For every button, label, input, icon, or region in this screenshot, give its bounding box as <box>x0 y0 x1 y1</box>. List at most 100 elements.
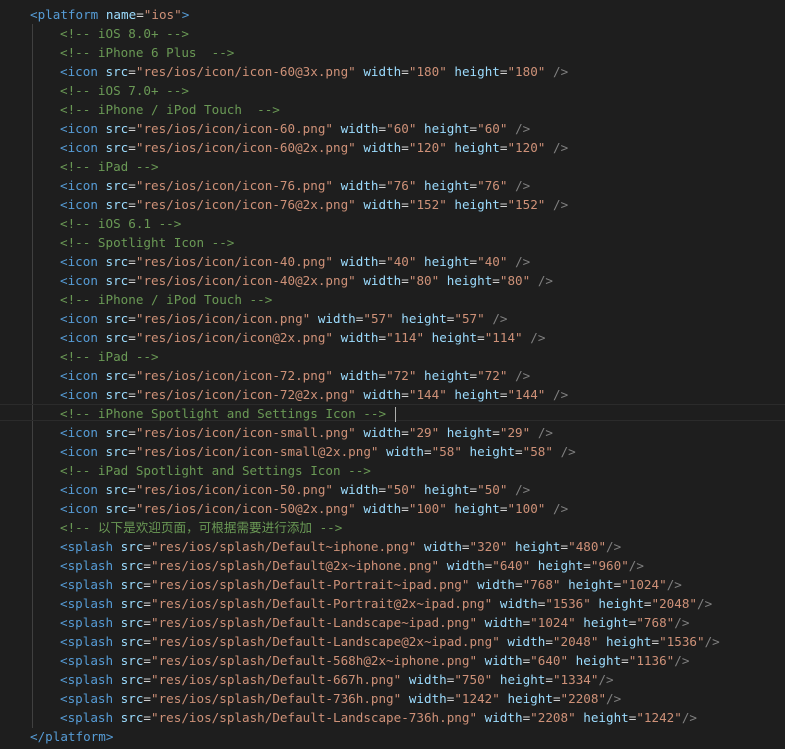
code-line[interactable]: <splash src="res/ios/splash/Default-736h… <box>0 689 785 708</box>
src-value: "res/ios/splash/Default-Landscape@2x~ipa… <box>151 634 500 649</box>
code-line[interactable]: <icon src="res/ios/icon/icon-60@2x.png" … <box>0 138 785 157</box>
height-value: "72" <box>477 368 508 383</box>
icon-tag: <icon <box>60 501 98 516</box>
code-editor[interactable]: <platform name="ios"> <!-- iOS 8.0+ --> <!… <box>0 0 785 749</box>
code-line[interactable]: <splash src="res/ios/splash/Default-568h… <box>0 651 785 670</box>
code-line[interactable]: <icon src="res/ios/icon/icon-50.png" wid… <box>0 480 785 499</box>
code-line[interactable]: <splash src="res/ios/splash/Default-Land… <box>0 632 785 651</box>
name-value: "ios" <box>143 7 182 22</box>
code-line[interactable]: <icon src="res/ios/icon/icon-50@2x.png" … <box>0 499 785 518</box>
src-attribute: src <box>120 634 144 649</box>
height-value: "29" <box>499 425 531 440</box>
code-line[interactable]: <!-- iPhone Spotlight and Settings Icon … <box>0 404 785 423</box>
code-line[interactable]: <!-- 以下是欢迎页面，可根据需要进行添加 --> <box>0 518 785 537</box>
equals-sign: = <box>128 482 136 497</box>
code-line[interactable]: <splash src="res/ios/splash/Default~ipho… <box>0 537 785 556</box>
src-value: "res/ios/icon/icon.png" <box>135 311 311 326</box>
code-line[interactable]: <platform name="ios"> <box>0 5 785 24</box>
code-line[interactable]: <!-- iOS 8.0+ --> <box>0 24 785 43</box>
splash-tag: <splash <box>60 691 114 706</box>
src-attribute: src <box>120 710 144 725</box>
src-attribute: src <box>105 178 129 193</box>
code-line[interactable]: <icon src="res/ios/icon/icon-60.png" wid… <box>0 119 785 138</box>
equals-sign: = <box>143 577 152 592</box>
width-value: "29" <box>408 425 440 440</box>
src-value: "res/ios/icon/icon-76@2x.png" <box>135 197 356 212</box>
equals-sign: = <box>128 501 136 516</box>
code-line[interactable]: <splash src="res/ios/splash/Default-667h… <box>0 670 785 689</box>
code-line[interactable]: <icon src="res/ios/icon/icon-40.png" wid… <box>0 252 785 271</box>
height-value: "1024" <box>621 577 667 592</box>
height-value: "768" <box>636 615 675 630</box>
code-line[interactable]: <icon src="res/ios/icon/icon-76.png" wid… <box>0 176 785 195</box>
icon-tag: <icon <box>60 387 98 402</box>
equals-sign: = <box>143 634 152 649</box>
src-value: "res/ios/splash/Default~iphone.png" <box>151 539 417 554</box>
code-line[interactable]: <!-- iPad Spotlight and Settings Icon --… <box>0 461 785 480</box>
width-value: "152" <box>408 197 447 212</box>
height-attribute: height <box>424 254 470 269</box>
height-value: "100" <box>507 501 546 516</box>
equals-sign: = <box>128 330 136 345</box>
src-attribute: src <box>105 140 129 155</box>
code-line[interactable]: <!-- iPhone / iPod Touch --> <box>0 100 785 119</box>
src-attribute: src <box>105 121 129 136</box>
height-value: "2048" <box>651 596 698 611</box>
width-value: "768" <box>522 577 561 592</box>
code-line[interactable]: <!-- iOS 7.0+ --> <box>0 81 785 100</box>
height-attribute: height <box>575 653 622 668</box>
src-value: "res/ios/icon/icon-50.png" <box>135 482 333 497</box>
code-line[interactable]: <icon src="res/ios/icon/icon-60@3x.png" … <box>0 62 785 81</box>
src-value: "res/ios/splash/Default-Portrait@2x~ipad… <box>151 596 493 611</box>
code-line[interactable]: <icon src="res/ios/icon/icon-76@2x.png" … <box>0 195 785 214</box>
code-line[interactable]: <!-- iPhone / iPod Touch --> <box>0 290 785 309</box>
code-line[interactable]: </platform> <box>0 727 785 746</box>
height-value: "114" <box>484 330 523 345</box>
width-attribute: width <box>423 539 462 554</box>
code-line[interactable]: <!-- iOS 6.1 --> <box>0 214 785 233</box>
height-attribute: height <box>598 596 644 611</box>
code-line[interactable]: <splash src="res/ios/splash/Default-Port… <box>0 594 785 613</box>
splash-tag: <splash <box>60 653 114 668</box>
width-value: "1242" <box>454 691 500 706</box>
self-close-tag: /> <box>697 596 713 611</box>
code-line[interactable]: <!-- iPad --> <box>0 347 785 366</box>
code-comment: <!-- iPad --> <box>60 349 159 364</box>
src-attribute: src <box>105 482 129 497</box>
self-close-tag: /> <box>606 539 622 554</box>
code-line[interactable]: <!-- iPhone 6 Plus --> <box>0 43 785 62</box>
width-value: "2048" <box>552 634 599 649</box>
self-close-tag: /> <box>515 254 531 269</box>
code-line[interactable]: <splash src="res/ios/splash/Default-Land… <box>0 613 785 632</box>
icon-tag: <icon <box>60 197 98 212</box>
equals-sign: = <box>469 368 478 383</box>
code-line[interactable]: <!-- iPad --> <box>0 157 785 176</box>
code-line[interactable]: <icon src="res/ios/icon/icon-72@2x.png" … <box>0 385 785 404</box>
code-lines[interactable]: <platform name="ios"> <!-- iOS 8.0+ --> <!… <box>0 5 785 746</box>
equals-sign: = <box>461 539 470 554</box>
code-line[interactable]: <splash src="res/ios/splash/Default-Port… <box>0 575 785 594</box>
src-value: "res/ios/icon/icon-60@2x.png" <box>135 140 356 155</box>
equals-sign: = <box>128 444 136 459</box>
code-line[interactable]: <!-- Spotlight Icon --> <box>0 233 785 252</box>
code-line[interactable]: <icon src="res/ios/icon/icon-small.png" … <box>0 423 785 442</box>
code-line[interactable]: <icon src="res/ios/icon/icon@2x.png" wid… <box>0 328 785 347</box>
self-close-tag: /> <box>537 425 553 440</box>
width-attribute: width <box>363 387 402 402</box>
height-attribute: height <box>537 558 584 573</box>
code-line[interactable]: <icon src="res/ios/icon/icon-40@2x.png" … <box>0 271 785 290</box>
equals-sign: = <box>515 444 523 459</box>
code-line[interactable]: <icon src="res/ios/icon/icon.png" width=… <box>0 309 785 328</box>
height-value: "1334" <box>552 672 599 687</box>
src-value: "res/ios/icon/icon-40.png" <box>135 254 333 269</box>
src-value: "res/ios/icon/icon-60.png" <box>135 121 333 136</box>
width-attribute: width <box>363 64 402 79</box>
code-line[interactable]: <splash src="res/ios/splash/Default@2x~i… <box>0 556 785 575</box>
code-line[interactable]: <icon src="res/ios/icon/icon-small@2x.pn… <box>0 442 785 461</box>
self-close-tag: /> <box>515 482 531 497</box>
code-line[interactable]: <icon src="res/ios/icon/icon-72.png" wid… <box>0 366 785 385</box>
code-line[interactable]: <splash src="res/ios/splash/Default-Land… <box>0 708 785 727</box>
src-value: "res/ios/splash/Default-568h@2x~iphone.p… <box>151 653 478 668</box>
equals-sign: = <box>401 425 409 440</box>
equals-sign: = <box>401 273 409 288</box>
